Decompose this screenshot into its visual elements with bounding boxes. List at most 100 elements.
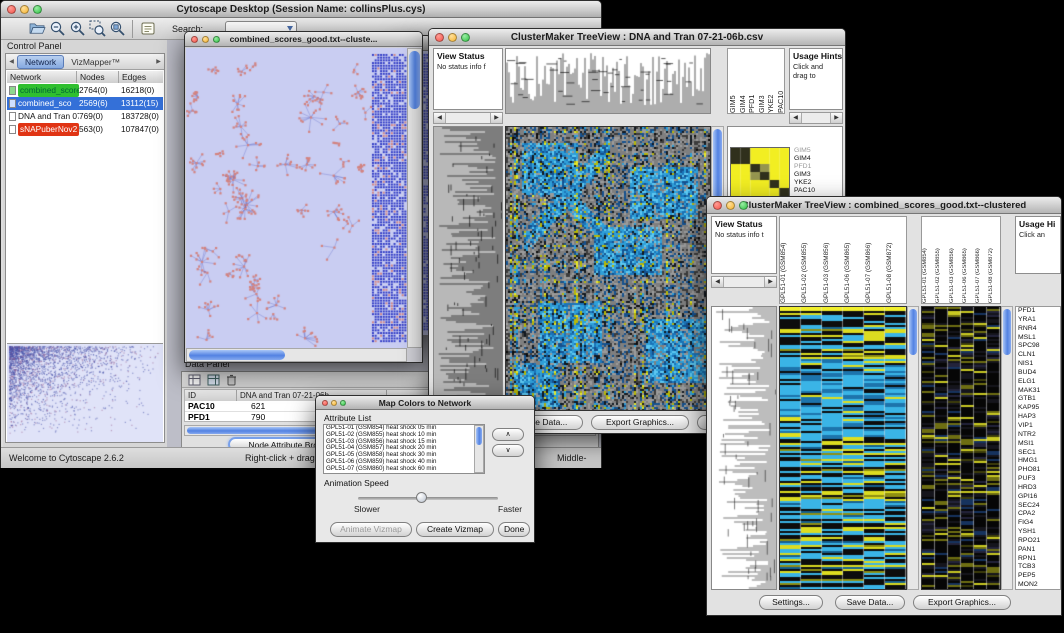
gene-label[interactable]: HMG1 (1016, 457, 1060, 466)
network-window-title-bar[interactable]: combined_scores_good.txt--cluste... (185, 32, 422, 47)
gene-label[interactable]: PUF3 (1016, 475, 1060, 484)
heatmap-canvas-right[interactable] (921, 306, 1001, 590)
gene-label[interactable]: RNR4 (1016, 325, 1060, 334)
tab-scroll-left-icon[interactable]: ◀ (6, 58, 17, 65)
gene-label[interactable]: BUD4 (1016, 369, 1060, 378)
zoom-button[interactable] (213, 36, 220, 43)
column-label[interactable]: GPL51-03 (GSM856) (823, 217, 844, 303)
header-network[interactable]: Network (7, 71, 77, 83)
minimize-button[interactable] (20, 5, 29, 14)
attribute-item[interactable]: GPL51-07 (GSM860) heat shock 60 min (324, 466, 484, 473)
gene-label[interactable]: NIS1 (1016, 360, 1060, 369)
network-hscrollbar[interactable] (186, 348, 407, 362)
scroll-right-icon[interactable]: ▶ (764, 277, 776, 287)
select-attributes-icon[interactable] (207, 374, 220, 386)
column-label[interactable]: GPL51-06 (GSM865) (844, 217, 865, 303)
minimize-button[interactable] (726, 201, 735, 210)
settings-button[interactable]: Settings... (759, 595, 823, 610)
scrollbar-thumb[interactable] (713, 129, 722, 199)
scroll-track[interactable] (802, 113, 830, 123)
gene-label[interactable]: HRD3 (1016, 484, 1060, 493)
gene-label[interactable]: GIM4 (794, 155, 815, 163)
scroll-right-icon[interactable]: ▶ (490, 113, 502, 123)
save-data-button[interactable]: Save Data... (835, 595, 905, 610)
zoom-button[interactable] (340, 400, 346, 406)
gene-label[interactable]: PHO81 (1016, 466, 1060, 475)
gene-label[interactable]: GIM3 (794, 171, 815, 179)
column-dendrogram[interactable] (505, 48, 711, 114)
heatmap-canvas[interactable] (505, 126, 711, 411)
close-button[interactable] (191, 36, 198, 43)
close-button[interactable] (435, 33, 444, 42)
gene-label[interactable]: MAK31 (1016, 387, 1060, 396)
row-dendrogram[interactable] (433, 126, 503, 411)
zoom-selected-icon[interactable] (87, 19, 107, 39)
zoom-button[interactable] (33, 5, 42, 14)
gene-label[interactable]: GTB1 (1016, 395, 1060, 404)
network-row-dna-tran[interactable]: DNA and Tran 07 769(0) 183728(0) (7, 110, 163, 123)
column-label[interactable]: GIM3 (757, 49, 767, 113)
close-button[interactable] (713, 201, 722, 210)
export-graphics-button[interactable]: Export Graphics... (591, 415, 689, 430)
tab-vizmapper[interactable]: VizMapper™ (64, 57, 127, 67)
gene-label[interactable]: MSL1 (1016, 334, 1060, 343)
gene-label[interactable]: SEC24 (1016, 502, 1060, 511)
gene-label[interactable]: VIP1 (1016, 422, 1060, 431)
column-label[interactable]: GPL51-08 (GSM872) (988, 217, 1001, 303)
gene-label[interactable]: RPN1 (1016, 555, 1060, 564)
gene-label[interactable]: KAP95 (1016, 404, 1060, 413)
export-graphics-button[interactable]: Export Graphics... (913, 595, 1011, 610)
column-label[interactable]: PFD1 (747, 49, 757, 113)
gene-label[interactable]: PEP5 (1016, 572, 1060, 581)
gene-label[interactable]: PAN1 (1016, 546, 1060, 555)
scrollbar-thumb[interactable] (189, 350, 285, 360)
column-label[interactable]: GPL51-06 (GSM865) (962, 217, 975, 303)
gene-label[interactable]: HAP3 (1016, 413, 1060, 422)
heatmap-canvas-left[interactable] (779, 306, 907, 590)
gene-label[interactable]: CLN1 (1016, 351, 1060, 360)
column-label[interactable]: GPL51-08 (GSM872) (886, 217, 907, 303)
scrollbar-thumb[interactable] (476, 427, 482, 445)
trash-icon[interactable] (226, 374, 237, 386)
minimize-button[interactable] (202, 36, 209, 43)
gene-label[interactable]: NTR2 (1016, 431, 1060, 440)
gene-label[interactable]: YRA1 (1016, 316, 1060, 325)
zoom-out-icon[interactable] (47, 19, 67, 39)
scroll-track[interactable] (446, 113, 490, 123)
status-scrollbar[interactable]: ◀ ▶ (711, 276, 777, 288)
gene-label[interactable]: RPO21 (1016, 537, 1060, 546)
attribute-list-scrollbar[interactable] (474, 425, 484, 473)
header-nodes[interactable]: Nodes (77, 71, 119, 83)
animation-speed-slider-track[interactable] (358, 497, 498, 500)
minimize-button[interactable] (448, 33, 457, 42)
gene-label[interactable]: PFD1 (1016, 307, 1060, 316)
column-label[interactable]: GIM4 (738, 49, 748, 113)
column-label[interactable]: GPL51-07 (GSM866) (975, 217, 988, 303)
scrollbar-thumb[interactable] (909, 309, 917, 355)
status-scrollbar[interactable]: ◀ ▶ (433, 112, 503, 124)
gene-label[interactable]: PAC10 (794, 187, 815, 195)
column-header-id[interactable]: ID (185, 390, 237, 401)
network-row-snapuber[interactable]: sNAPuberNov2 563(0) 107847(0) (7, 123, 163, 136)
table-icon[interactable] (188, 374, 201, 386)
tab-scroll-right-icon[interactable]: ▶ (153, 58, 164, 65)
network-vscrollbar[interactable] (407, 48, 422, 348)
scroll-left-icon[interactable]: ◀ (790, 113, 802, 123)
gene-label[interactable]: GIM5 (794, 147, 815, 155)
gene-label[interactable]: MSI1 (1016, 440, 1060, 449)
network-row-combined-scores[interactable]: combined_scores 2764(0) 16218(0) (7, 84, 163, 97)
heatmap-right-vscrollbar[interactable] (1001, 306, 1013, 590)
header-edges[interactable]: Edges (119, 71, 163, 83)
column-label[interactable]: GPL51-03 (GSM856) (949, 217, 962, 303)
row-dendrogram[interactable] (711, 306, 777, 590)
column-label[interactable]: PAC10 (776, 49, 785, 113)
heatmap-left-vscrollbar[interactable] (907, 306, 919, 590)
move-up-button[interactable]: ∧ (492, 428, 524, 441)
zoom-button[interactable] (739, 201, 748, 210)
main-title-bar[interactable]: Cytoscape Desktop (Session Name: collins… (1, 1, 601, 18)
scroll-right-icon[interactable]: ▶ (830, 113, 842, 123)
scroll-left-icon[interactable]: ◀ (712, 277, 724, 287)
gene-label[interactable]: TCB3 (1016, 563, 1060, 572)
network-row-combined-sco-selected[interactable]: combined_sco 2569(6) 13112(15) (7, 97, 163, 110)
open-folder-icon[interactable] (27, 19, 47, 39)
